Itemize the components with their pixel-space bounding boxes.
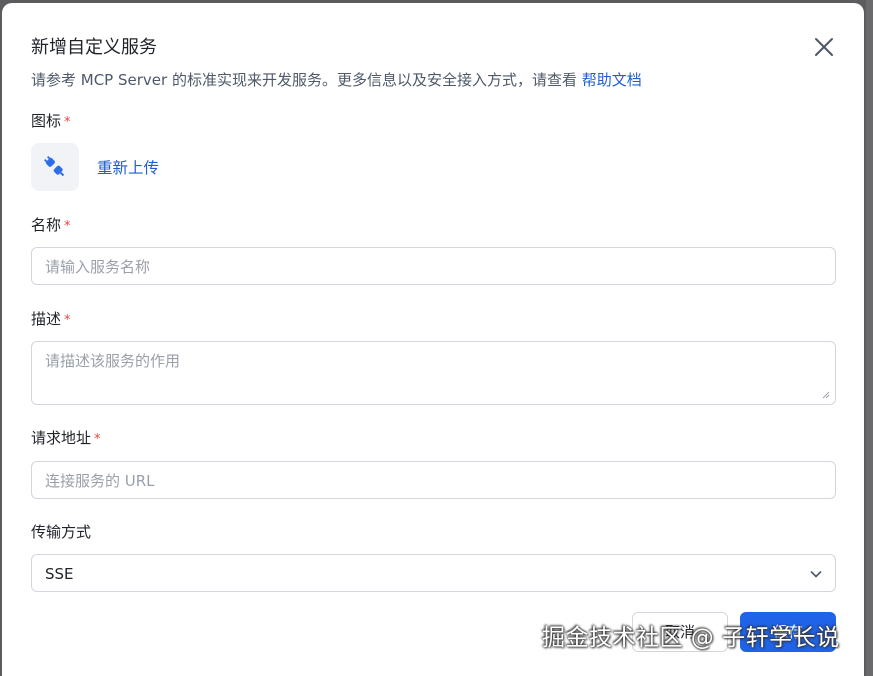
transport-label: 传输方式: [31, 523, 92, 541]
custom-service-dialog: 新增自定义服务 请参考 MCP Server 的标准实现来开发服务。更多信息以及…: [2, 3, 864, 676]
url-input[interactable]: [45, 471, 815, 491]
description-textarea[interactable]: [45, 350, 815, 394]
transport-select[interactable]: SSE: [31, 554, 836, 592]
url-label: 请求地址 *: [31, 427, 101, 451]
modal-backdrop: [866, 0, 873, 676]
description-label: 描述 *: [31, 308, 71, 332]
service-icon-preview[interactable]: [31, 143, 79, 191]
url-label-text: 请求地址: [31, 429, 92, 447]
name-label: 名称 *: [31, 214, 71, 238]
dialog-title: 新增自定义服务: [31, 37, 157, 58]
description-field[interactable]: [31, 341, 836, 405]
required-mark: *: [64, 313, 71, 328]
url-field[interactable]: [31, 461, 836, 499]
transport-selected-value: SSE: [45, 565, 74, 583]
icon-label: 图标 *: [31, 110, 71, 134]
name-field[interactable]: [31, 247, 836, 285]
icon-label-text: 图标: [31, 112, 62, 130]
description-label-text: 描述: [31, 310, 62, 328]
subtitle-text: 请参考 MCP Server 的标准实现来开发服务。更多信息以及安全接入方式，请…: [31, 71, 577, 89]
close-icon[interactable]: [810, 33, 838, 61]
name-label-text: 名称: [31, 216, 62, 234]
required-mark: *: [64, 115, 71, 130]
watermark-text: 掘金技术社区 @ 子轩学长说: [542, 625, 840, 651]
resize-handle-icon[interactable]: [821, 390, 830, 399]
name-input[interactable]: [45, 257, 815, 277]
required-mark: *: [64, 219, 71, 234]
help-doc-link[interactable]: 帮助文档: [582, 71, 642, 89]
plug-icon: [44, 156, 65, 177]
required-mark: *: [94, 432, 101, 447]
dialog-subtitle: 请参考 MCP Server 的标准实现来开发服务。更多信息以及安全接入方式，请…: [31, 69, 642, 91]
chevron-down-icon: [810, 571, 822, 578]
reupload-button[interactable]: 重新上传: [97, 157, 159, 179]
